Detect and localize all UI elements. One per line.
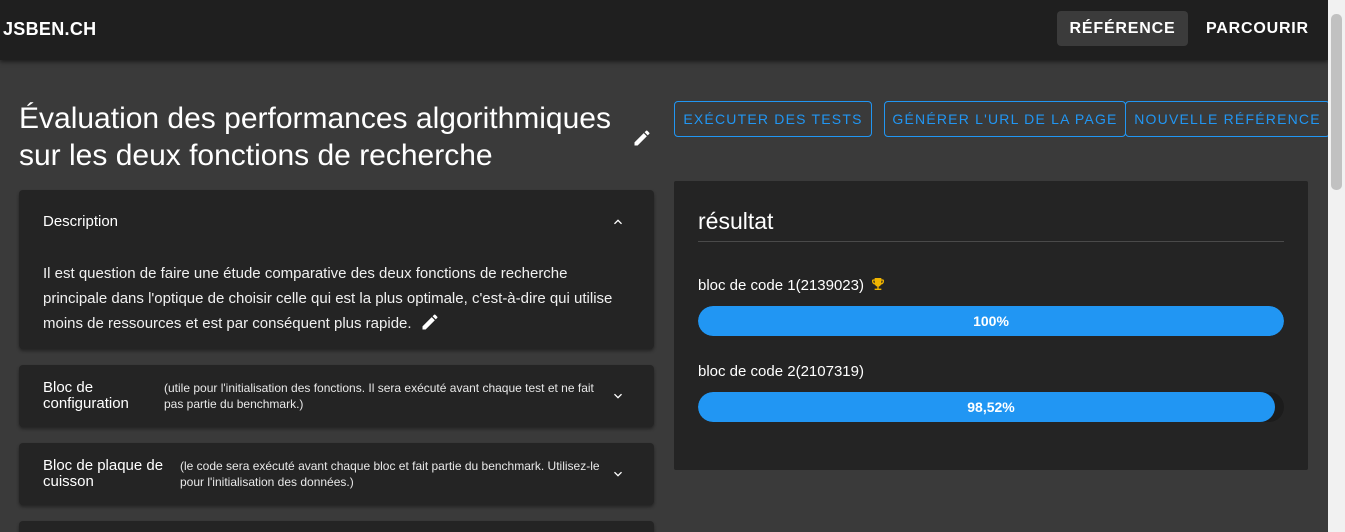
code-block-panel [19,521,654,532]
code-block-1-progress: 100% [698,306,1284,336]
page-title: Évaluation des performances algorithmiqu… [19,102,611,172]
code-block-2-percent: 98,52% [967,399,1015,415]
code-block-1-name: bloc de code 1(2139023) [698,277,864,294]
edit-title-pencil-icon[interactable] [632,128,652,148]
new-benchmark-button[interactable]: NOUVELLE RÉFÉRENCE [1125,101,1330,137]
hotplate-block-accordion[interactable]: Bloc de plaque de cuisson (le code sera … [19,443,654,505]
page-scrollbar[interactable] [1328,0,1345,532]
nav-browse-button[interactable]: PARCOURIR [1190,11,1325,46]
result-panel: résultat bloc de code 1(2139023) 100% bl… [674,181,1308,470]
edit-description-pencil-icon[interactable] [420,312,440,332]
hotplate-block-title: Bloc de plaque de cuisson [43,457,164,490]
chevron-down-icon[interactable] [610,388,626,404]
description-text: Il est question de faire une étude compa… [43,261,623,336]
run-tests-button[interactable]: EXÉCUTER DES TESTS [674,101,872,137]
trophy-icon [870,276,886,292]
scrollbar-thumb[interactable] [1331,14,1342,190]
description-body: Il est question de faire une étude compa… [43,265,613,332]
description-panel: Description Il est question de faire une… [19,190,654,349]
chevron-down-icon[interactable] [610,466,626,482]
chevron-up-icon[interactable] [610,214,626,230]
setup-block-hint: (utile pour l'initialisation des fonctio… [164,381,594,411]
result-title: résultat [698,208,774,234]
setup-block-accordion[interactable]: Bloc de configuration (utile pour l'init… [19,365,654,427]
code-block-1-label: bloc de code 1(2139023) [698,276,886,294]
hotplate-block-hint: (le code sera exécuté avant chaque bloc … [180,459,600,489]
divider [698,241,1284,242]
nav-reference-button[interactable]: RÉFÉRENCE [1057,11,1188,46]
description-heading[interactable]: Description [43,213,118,230]
code-block-2-label: bloc de code 2(2107319) [698,363,864,380]
setup-block-title: Bloc de configuration [43,379,129,412]
code-block-2-progress: 98,52% [698,392,1284,422]
brand-logo[interactable]: JSBEN.CH [3,19,96,40]
app-bar: JSBEN.CH RÉFÉRENCE PARCOURIR [0,0,1328,60]
generate-url-button[interactable]: GÉNÉRER L'URL DE LA PAGE [884,101,1126,137]
code-block-1-percent: 100% [973,313,1009,329]
